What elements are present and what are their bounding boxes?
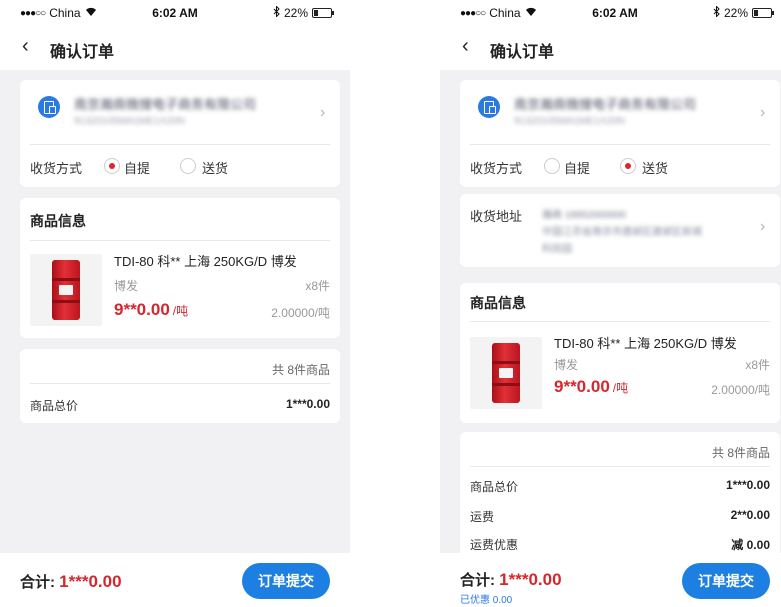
product-price: 9**0.00/吨 xyxy=(554,377,628,397)
nav-bar: ‹ 确认订单 xyxy=(440,26,781,70)
divider xyxy=(470,466,770,467)
drum-image xyxy=(52,260,80,320)
delivery-label: 收货方式 xyxy=(30,161,83,176)
battery-percent: 22% xyxy=(723,6,748,20)
delivery-label: 收货方式 xyxy=(470,161,523,176)
divider xyxy=(30,240,330,241)
price-value: 9**0.00 xyxy=(554,377,610,396)
company-tax-id: 91320105MA1ME1X20N xyxy=(74,116,185,127)
address-contact: 瀚商 18952000000 xyxy=(542,210,626,221)
address-line1: 中国江苏省南京市建邺区建邺区新城 xyxy=(542,227,702,238)
battery: 22% xyxy=(713,5,774,20)
shipping-value: 2**0.00 xyxy=(730,508,770,522)
total-price-value: 1***0.00 xyxy=(285,397,330,411)
item-count: 共 8件商品 xyxy=(711,446,770,460)
product-price: 9**0.00/吨 xyxy=(114,300,188,320)
divider xyxy=(30,383,330,384)
company-name: 南京瀚商微搜电子商务有限公司 xyxy=(514,97,697,112)
divider xyxy=(30,144,330,145)
product-brand: 博发 xyxy=(554,358,579,372)
grand-total-value: 1***0.00 xyxy=(59,572,122,591)
grand-total-label: 合计: xyxy=(20,574,55,591)
company-card: 南京瀚商微搜电子商务有限公司 91320105MA1ME1X20N › 收货方式… xyxy=(20,80,340,187)
company-tax-id: 91320105MA1ME1X20N xyxy=(514,116,625,127)
back-chevron-icon[interactable]: ‹ xyxy=(22,36,29,56)
radio-pickup[interactable] xyxy=(544,158,560,174)
address-label: 收货地址 xyxy=(470,209,523,224)
shipping-discount-label: 运费优惠 xyxy=(470,538,519,552)
grand-total: 合计: 1***0.00 xyxy=(20,571,122,592)
radio-delivery[interactable] xyxy=(180,158,196,174)
battery-icon xyxy=(312,8,334,18)
battery-icon xyxy=(752,8,774,18)
shipping-label: 运费 xyxy=(470,510,495,524)
phone-screen-pickup: ●●●○○ China 6:02 AM 22% ‹ 确认订单 南京瀚商微搜电子商… xyxy=(0,0,350,607)
battery: 22% xyxy=(273,5,334,20)
radio-pickup[interactable] xyxy=(104,158,120,174)
submit-order-button[interactable]: 订单提交 xyxy=(682,563,770,599)
unit-price: 2.00000/吨 xyxy=(271,306,330,320)
divider xyxy=(470,144,770,145)
company-name: 南京瀚商微搜电子商务有限公司 xyxy=(74,97,257,112)
option-delivery[interactable]: 送货 xyxy=(642,158,668,177)
grand-total-value: 1***0.00 xyxy=(499,570,562,589)
product-name: TDI-80 科** 上海 250KG/D 博发 xyxy=(554,336,737,351)
submit-order-button[interactable]: 订单提交 xyxy=(242,563,330,599)
chevron-right-icon[interactable]: › xyxy=(760,104,765,122)
product-name: TDI-80 科** 上海 250KG/D 博发 xyxy=(114,254,297,269)
product-card: 商品信息 TDI-80 科** 上海 250KG/D 博发 博发 x8件 9**… xyxy=(20,198,340,338)
company-card: 南京瀚商微搜电子商务有限公司 91320105MA1ME1X20N › 收货方式… xyxy=(460,80,780,187)
status-bar: ●●●○○ China 6:02 AM 22% xyxy=(440,0,781,26)
total-price-label: 商品总价 xyxy=(470,480,519,494)
chevron-right-icon[interactable]: › xyxy=(320,104,325,122)
grand-total: 合计: 1***0.00 xyxy=(460,569,562,590)
bluetooth-icon xyxy=(273,5,280,20)
phone-screen-delivery: ●●●○○ China 6:02 AM 22% ‹ 确认订单 南京瀚商微搜电子商… xyxy=(440,0,781,607)
battery-percent: 22% xyxy=(283,6,308,20)
chevron-right-icon[interactable]: › xyxy=(760,218,765,236)
section-title: 商品信息 xyxy=(470,295,526,311)
option-delivery[interactable]: 送货 xyxy=(202,158,228,177)
bluetooth-icon xyxy=(713,5,720,20)
option-pickup[interactable]: 自提 xyxy=(564,158,590,177)
divider xyxy=(470,321,770,322)
price-value: 9**0.00 xyxy=(114,300,170,319)
address-card[interactable]: 收货地址 瀚商 18952000000 中国江苏省南京市建邺区建邺区新城 科技园… xyxy=(460,194,780,267)
grand-total-label: 合计: xyxy=(460,572,495,589)
back-chevron-icon[interactable]: ‹ xyxy=(462,36,469,56)
bottom-bar: 合计: 1***0.00 订单提交 xyxy=(0,553,350,607)
section-title: 商品信息 xyxy=(30,213,86,229)
address-line2: 科技园 xyxy=(542,244,572,255)
product-card: 商品信息 TDI-80 科** 上海 250KG/D 博发 博发 x8件 9**… xyxy=(460,283,780,423)
product-quantity: x8件 xyxy=(745,358,770,372)
product-quantity: x8件 xyxy=(305,279,330,293)
nav-bar: ‹ 确认订单 xyxy=(0,26,350,70)
price-unit: /吨 xyxy=(172,304,189,318)
summary-card: 共 8件商品 商品总价 1***0.00 运费 2**0.00 运费优惠 减 0… xyxy=(460,432,780,562)
item-count: 共 8件商品 xyxy=(271,363,330,377)
drum-image xyxy=(492,343,520,403)
page-title: 确认订单 xyxy=(50,44,115,61)
status-bar: ●●●○○ China 6:02 AM 22% xyxy=(0,0,350,26)
total-price-value: 1***0.00 xyxy=(725,478,770,492)
summary-card: 共 8件商品 商品总价 1***0.00 xyxy=(20,349,340,423)
unit-price: 2.00000/吨 xyxy=(711,383,770,397)
bottom-bar: 合计: 1***0.00 已优惠 0.00 订单提交 xyxy=(440,553,781,607)
company-icon xyxy=(478,96,500,118)
page-title: 确认订单 xyxy=(490,44,555,61)
total-price-label: 商品总价 xyxy=(30,399,79,413)
company-icon xyxy=(38,96,60,118)
discount-note: 已优惠 0.00 xyxy=(460,595,513,606)
shipping-discount-value: 减 0.00 xyxy=(731,538,770,552)
option-pickup[interactable]: 自提 xyxy=(124,158,150,177)
product-image[interactable] xyxy=(470,337,542,409)
radio-delivery[interactable] xyxy=(620,158,636,174)
product-brand: 博发 xyxy=(114,279,139,293)
price-unit: /吨 xyxy=(612,381,629,395)
product-image[interactable] xyxy=(30,254,102,326)
